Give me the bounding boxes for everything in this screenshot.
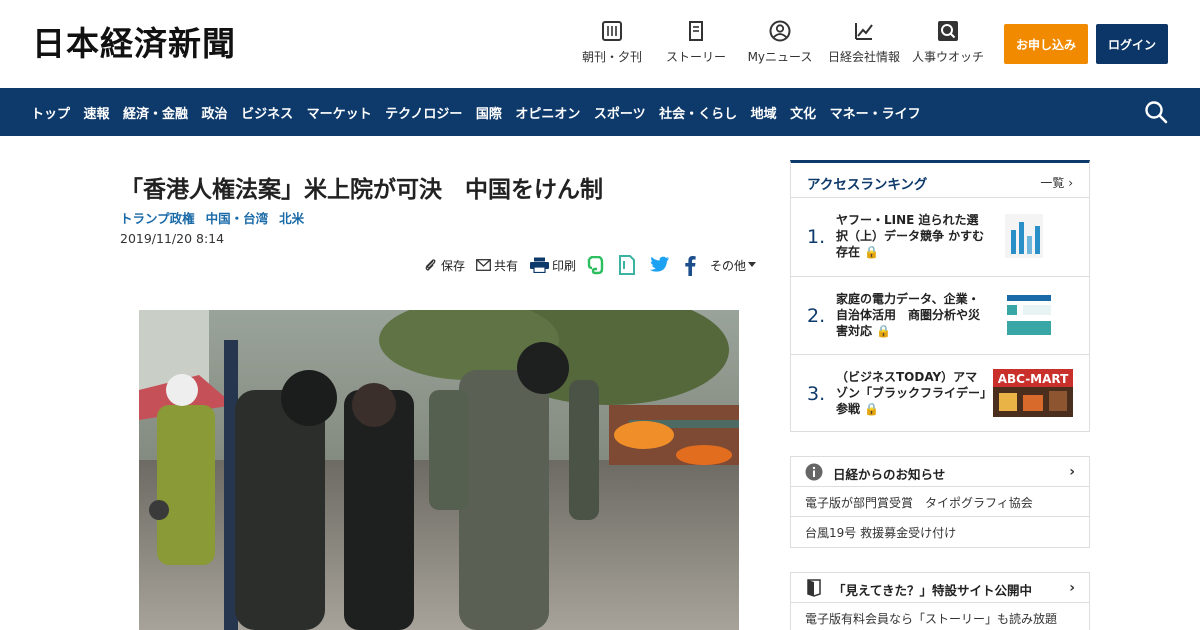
nav-story-label: ストーリー (665, 50, 726, 64)
ranking-headline-text: 家庭の電力データ、企業・自治体活用 商圏分析や災害対応 (836, 291, 981, 338)
twitter-icon[interactable] (649, 256, 670, 274)
chevron-right-icon: › (1069, 580, 1075, 596)
article-title: 「香港人権法案」米上院が可決 中国をけん制 (120, 177, 603, 203)
save-button[interactable]: 保存 (424, 255, 465, 275)
print-button[interactable]: 印刷 (530, 255, 576, 275)
info-icon (805, 463, 823, 481)
article-tag[interactable]: 北米 (279, 208, 304, 227)
nav-print-edition-label: 朝刊・夕刊 (581, 50, 642, 64)
share-more-menu[interactable]: その他 (710, 255, 759, 275)
article-date: 2019/11/20 8:14 (120, 231, 225, 246)
nav-company-info[interactable]: 日経会社情報 (824, 20, 904, 70)
notice-item[interactable]: 台風19号 救援募金受け付け (791, 517, 1089, 547)
notice-item[interactable]: 電子版が部門賞受賞 タイポグラフィ協会 (791, 487, 1089, 517)
article-tags: トランプ政権 中国・台湾 北米 (120, 208, 315, 227)
main-nav-item[interactable]: トップ (31, 103, 70, 122)
ranking-item[interactable]: 1. ヤフー・LINE 迫られた選択（上）データ競争 かすむ存在 🔒 (791, 198, 1089, 277)
share-label: 共有 (494, 258, 519, 273)
promo-header[interactable]: 「見えてきた？」特設サイト公開中 › (791, 573, 1089, 603)
paperclip-icon (425, 259, 436, 271)
main-nav-item[interactable]: 経済・金融 (123, 103, 188, 122)
lock-icon: 🔒 (864, 245, 880, 259)
save-label: 保存 (441, 258, 466, 273)
evernote-icon[interactable] (586, 256, 604, 275)
main-nav-item[interactable]: 速報 (84, 103, 110, 122)
print-label: 印刷 (552, 258, 577, 273)
nav-personnel-watch[interactable]: 人事ウオッチ (908, 20, 988, 70)
notices-panel: 日経からのお知らせ › 電子版が部門賞受賞 タイポグラフィ協会 台風19号 救援… (790, 456, 1090, 548)
main-nav-item[interactable]: ビジネス (241, 103, 293, 122)
ranking-headline-text: （ビジネスTODAY）アマゾン「ブラックフライデー」参戦 (836, 370, 987, 416)
printer-icon (530, 257, 549, 273)
access-ranking-panel: アクセスランキング 一覧 › 1. ヤフー・LINE 迫られた選択（上）データ競… (790, 160, 1090, 432)
ranking-headline-text: ヤフー・LINE 迫られた選択（上）データ競争 かすむ存在 (836, 213, 985, 259)
main-nav-item[interactable]: スポーツ (594, 103, 646, 122)
ranking-header: アクセスランキング 一覧 › (791, 163, 1089, 198)
login-button[interactable]: ログイン (1096, 24, 1168, 64)
promo-flag-icon (807, 579, 821, 597)
nav-story[interactable]: ストーリー (656, 20, 736, 70)
chevron-right-icon: › (1068, 176, 1073, 190)
main-nav-item[interactable]: オピニオン (515, 103, 580, 122)
ranking-number: 1. (807, 226, 826, 248)
promo-item[interactable]: 電子版有料会員なら「ストーリー」も読み放題 (791, 603, 1089, 630)
facebook-icon[interactable] (684, 255, 696, 276)
share-button[interactable]: 共有 (476, 255, 518, 275)
ranking-number: 2. (807, 304, 826, 327)
nav-company-info-label: 日経会社情報 (827, 50, 900, 64)
ranking-more-link[interactable]: 一覧 › (1040, 174, 1073, 191)
lock-icon: 🔒 (876, 323, 892, 338)
search-icon[interactable] (1144, 100, 1168, 124)
ranking-item[interactable]: 3. （ビジネスTODAY）アマゾン「ブラックフライデー」参戦 🔒 ABC-MA… (791, 355, 1089, 434)
ranking-headline: ヤフー・LINE 迫られた選択（上）データ競争 かすむ存在 🔒 (836, 212, 988, 260)
ranking-number: 3. (807, 383, 826, 405)
newspaper-icon (602, 21, 622, 41)
article-tag[interactable]: トランプ政権 (120, 208, 195, 227)
ranking-item[interactable]: 2. 家庭の電力データ、企業・自治体活用 商圏分析や災害対応 🔒 (791, 277, 1089, 355)
chevron-right-icon: › (1069, 464, 1075, 480)
apply-button[interactable]: お申し込み (1004, 24, 1088, 64)
main-nav-item[interactable]: 政治 (202, 103, 228, 122)
ranking-title: アクセスランキング (807, 177, 928, 193)
main-nav-list: トップ 速報 経済・金融 政治 ビジネス マーケット テクノロジー 国際 オピニ… (31, 88, 934, 136)
thumbnail-store-sign: ABC-MART (998, 372, 1069, 386)
share-more-label: その他 (710, 258, 747, 273)
ranking-thumbnail-chart (993, 212, 1073, 260)
nav-print-edition[interactable]: 朝刊・夕刊 (572, 20, 652, 70)
ranking-more-label: 一覧 (1040, 176, 1065, 190)
promo-panel: 「見えてきた？」特設サイト公開中 › 電子版有料会員なら「ストーリー」も読み放題 (790, 572, 1090, 630)
ranking-headline: 家庭の電力データ、企業・自治体活用 商圏分析や災害対応 🔒 (836, 291, 988, 339)
main-nav-item[interactable]: 地域 (751, 103, 777, 122)
main-nav-item[interactable]: 国際 (476, 103, 502, 122)
notices-title: 日経からのお知らせ (833, 467, 946, 482)
person-search-icon (938, 21, 958, 41)
nav-my-news-label: Myニュース (747, 50, 813, 64)
main-nav-item[interactable]: マーケット (307, 103, 372, 122)
article-tag[interactable]: 中国・台湾 (206, 208, 269, 227)
notices-header[interactable]: 日経からのお知らせ › (791, 457, 1089, 487)
main-nav-item[interactable]: 文化 (790, 103, 816, 122)
main-nav-item[interactable]: テクノロジー (385, 103, 462, 122)
main-nav-item[interactable]: マネー・ライフ (830, 103, 921, 122)
bookmark-icon[interactable] (618, 255, 636, 275)
main-navigation: トップ 速報 経済・金融 政治 ビジネス マーケット テクノロジー 国際 オピニ… (0, 88, 1200, 136)
caret-down-icon (748, 262, 757, 267)
person-icon (769, 20, 791, 42)
promo-title: 「見えてきた？」特設サイト公開中 (833, 583, 1033, 598)
ranking-thumbnail-photo: ABC-MART (993, 369, 1073, 417)
main-nav-item[interactable]: 社会・くらし (659, 103, 737, 122)
lock-icon: 🔒 (864, 402, 880, 416)
company-chart-icon (855, 23, 873, 40)
site-header: 日本経済新聞 朝刊・夕刊 ストーリー Myニュース 日経会社情報 人事ウオッチ … (0, 0, 1200, 88)
mail-icon (476, 259, 491, 271)
article-photo (139, 310, 739, 630)
book-icon (689, 21, 703, 41)
ranking-headline: （ビジネスTODAY）アマゾン「ブラックフライデー」参戦 🔒 (836, 369, 988, 417)
nav-personnel-watch-label: 人事ウオッチ (911, 50, 984, 64)
ranking-thumbnail-diagram (993, 290, 1073, 339)
nav-my-news[interactable]: Myニュース (740, 20, 820, 70)
site-logo[interactable]: 日本経済新聞 (32, 24, 236, 64)
